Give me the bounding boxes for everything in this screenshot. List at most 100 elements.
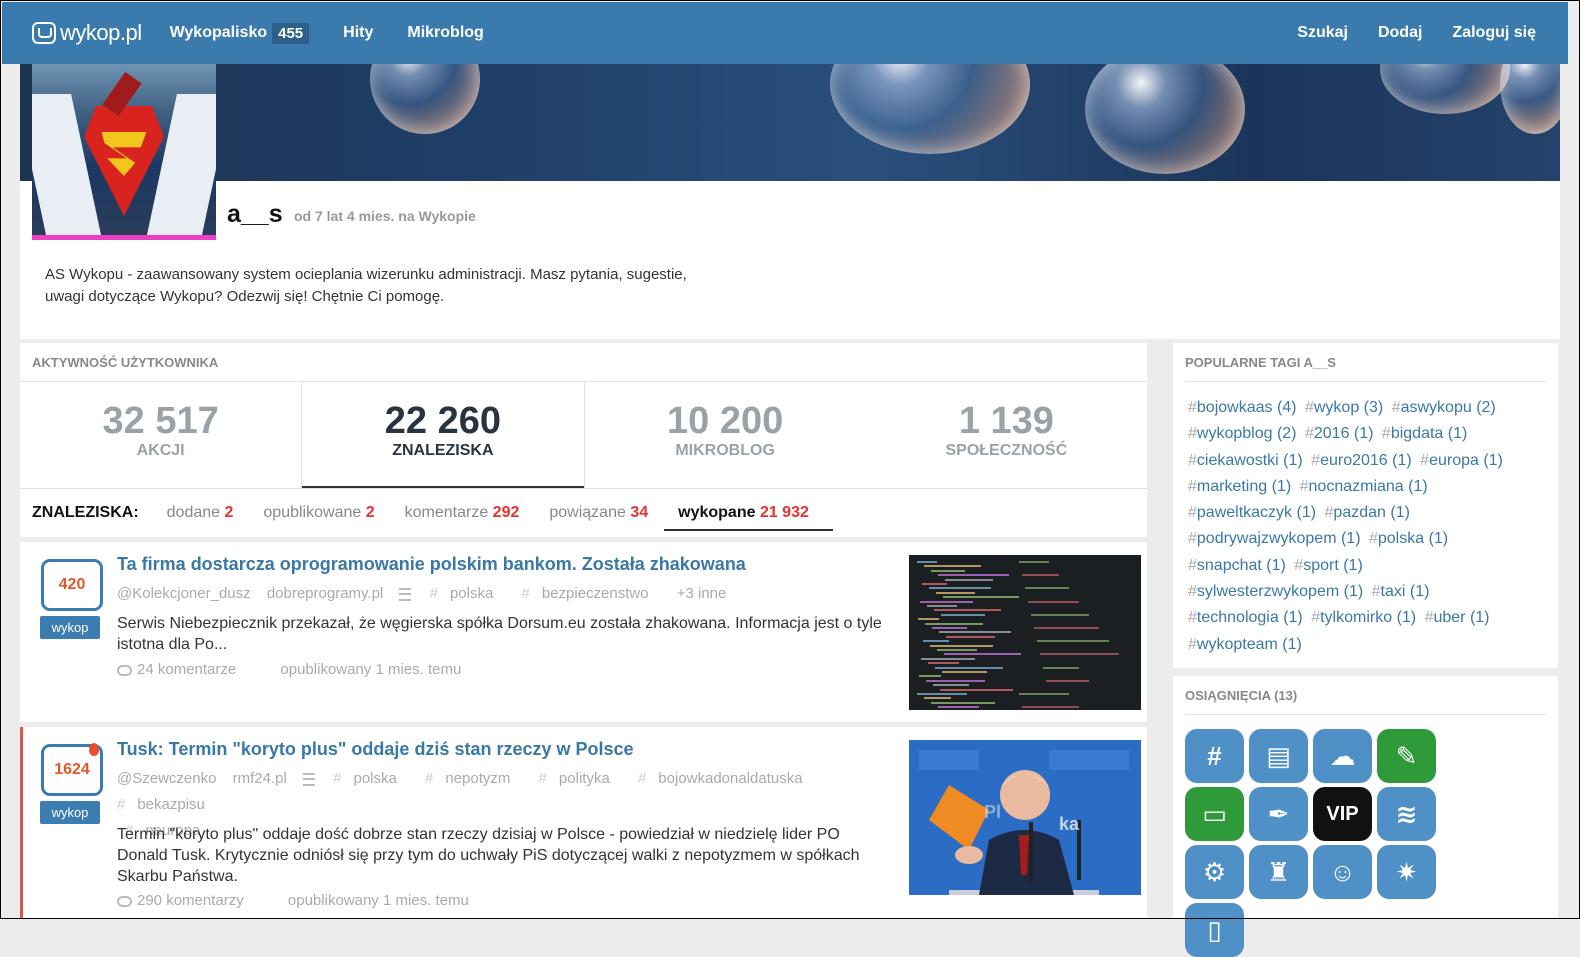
feather-pen-badge-icon[interactable]: ✒	[1249, 787, 1308, 841]
sidebar-tag[interactable]: #ciekawostki (1)	[1188, 452, 1303, 469]
sidebar-tag[interactable]: #podrywajzwykopem (1)	[1188, 530, 1361, 547]
entry-footer: 24 komentarze opublikowany 1 mies. temu	[117, 661, 481, 678]
link-entry: 420 wykop Ta firma dostarcza oprogramowa…	[20, 542, 1147, 722]
beer-badge-icon[interactable]: ♜	[1249, 845, 1308, 899]
user-activity-panel: AKTYWNOŚĆ UŻYTKOWNIKA 32 517 AKCJI 22 26…	[20, 343, 1147, 537]
girl-face-badge-icon[interactable]: ☺	[1313, 845, 1372, 899]
nav-wykopalisko-label: Wykopalisko	[169, 24, 268, 41]
subtab-komentarze[interactable]: komentarze 292	[405, 504, 520, 522]
member-since: od 7 lat 4 mies. na Wykopie	[294, 208, 476, 224]
popular-tags-title: POPULARNE TAGI A__S	[1185, 355, 1336, 370]
comments-link[interactable]: 290 komentarzy	[117, 892, 264, 909]
sidebar-tag[interactable]: #nocnazmiana (1)	[1300, 478, 1428, 495]
wykop-button[interactable]: wykop	[40, 801, 100, 824]
entry-thumbnail[interactable]: ka Pl	[909, 740, 1141, 895]
more-tags[interactable]: +3 inne	[677, 585, 727, 602]
screw-badge-icon[interactable]: ⚙	[1185, 845, 1244, 899]
pen-badge-icon[interactable]: ✎	[1377, 729, 1436, 783]
hashtag-badge-icon[interactable]: #	[1185, 729, 1244, 783]
sidebar-tag[interactable]: #sport (1)	[1294, 557, 1362, 574]
vip-badge-icon[interactable]: VIP	[1313, 787, 1372, 841]
entry-tag[interactable]: # nepotyzm	[425, 770, 522, 787]
entry-domain[interactable]: rmf24.pl	[233, 770, 287, 787]
stat-znaleziska[interactable]: 22 260 ZNALEZISKA	[301, 382, 585, 488]
subtab-wykopane[interactable]: wykopane 21 932	[664, 504, 833, 531]
sidebar-tag[interactable]: #marketing (1)	[1188, 478, 1291, 495]
id-card-badge-icon[interactable]: ▤	[1249, 729, 1308, 783]
sidebar-tag[interactable]: #bojowkaas (4)	[1188, 399, 1297, 416]
cloud-badge-icon[interactable]: ☁	[1313, 729, 1372, 783]
entry-tag[interactable]: # bekazpisu	[117, 796, 217, 813]
entry-tag[interactable]: # polityka	[539, 770, 622, 787]
stat-label: SPOŁECZNOŚĆ	[945, 442, 1068, 459]
nav-hity[interactable]: Hity	[343, 24, 373, 42]
speech-bubble-badge-icon[interactable]: ▭	[1185, 787, 1244, 841]
nav-mikroblog[interactable]: Mikroblog	[407, 24, 483, 42]
stat-label: AKCJI	[136, 442, 185, 459]
svg-text:Pl: Pl	[984, 802, 1001, 822]
znaleziska-subtabs: ZNALEZISKA: dodane 2 opublikowane 2 kome…	[32, 504, 839, 531]
stat-value: 22 260	[384, 400, 501, 442]
stat-label: ZNALEZISKA	[392, 442, 494, 459]
sidebar-tag[interactable]: #aswykopu (2)	[1392, 399, 1496, 416]
entry-title[interactable]: Tusk: Termin "koryto plus" oddaje dziś s…	[117, 739, 634, 760]
entry-tag[interactable]: # polska	[333, 770, 409, 787]
subtab-powiazane[interactable]: powiązane 34	[549, 504, 648, 522]
entry-thumbnail[interactable]	[909, 555, 1141, 710]
fireworks-badge-icon[interactable]: ✷	[1377, 845, 1436, 899]
entry-author[interactable]: @Kolekcjoner_dusz	[117, 585, 251, 602]
published-time: opublikowany 1 mies. temu	[287, 892, 469, 909]
stat-value: 1 139	[958, 400, 1054, 442]
sidebar-tag[interactable]: #paweltkaczyk (1)	[1188, 504, 1316, 521]
entry-meta: @Kolekcjoner_dusz dobreprogramy.pl # pols…	[117, 581, 887, 607]
stat-mikroblog[interactable]: 10 200 MIKROBLOG	[585, 382, 866, 488]
sidebar-tag[interactable]: #taxi (1)	[1372, 583, 1430, 600]
devices-badge-icon[interactable]: ▯	[1185, 903, 1244, 957]
entry-tag[interactable]: # bojowkadonaldatuska	[638, 770, 815, 787]
subtab-opublikowane[interactable]: opublikowane 2	[263, 504, 374, 522]
entry-tag[interactable]: # bezpieczenstwo	[521, 585, 660, 602]
comments-link[interactable]: 24 komentarze	[117, 661, 256, 678]
sidebar-tag[interactable]: #euro2016 (1)	[1311, 452, 1412, 469]
sidebar-tag[interactable]: #europa (1)	[1420, 452, 1503, 469]
stat-spolecznosc[interactable]: 1 139 SPOŁECZNOŚĆ	[866, 382, 1147, 488]
entry-description: Serwis Niebezpiecznik przekazał, że węgi…	[117, 615, 882, 653]
stat-akcji[interactable]: 32 517 AKCJI	[20, 382, 301, 488]
sidebar-tag[interactable]: #bigdata (1)	[1382, 425, 1467, 442]
sidebar-tag[interactable]: #pazdan (1)	[1325, 504, 1410, 521]
sidebar-tag[interactable]: #wykop (3)	[1305, 399, 1383, 416]
bio-line: uwagi dotyczące Wykopu? Odezwij się! Chę…	[45, 288, 445, 305]
nav-wykopalisko[interactable]: Wykopalisko 455	[169, 22, 310, 44]
sidebar-tag[interactable]: #wykopblog (2)	[1188, 425, 1297, 442]
nav-dodaj[interactable]: Dodaj	[1378, 24, 1422, 42]
published-time: opublikowany 1 mies. temu	[280, 661, 462, 678]
entry-author[interactable]: @Szewczenko	[117, 770, 216, 787]
sidebar-tag[interactable]: #polska (1)	[1369, 530, 1448, 547]
profile-bio: AS Wykopu - zaawansowany system ocieplan…	[45, 264, 745, 308]
tag-cloud: #bojowkaas (4) #wykop (3) #aswykopu (2) …	[1188, 395, 1548, 658]
wykop-button[interactable]: wykop	[40, 616, 100, 639]
tornado-badge-icon[interactable]: ≋	[1377, 787, 1436, 841]
achievements-title: OSIĄGNIĘCIA (13)	[1185, 688, 1298, 703]
nav-zaloguj[interactable]: Zaloguj się	[1452, 24, 1536, 42]
activity-title: AKTYWNOŚĆ UŻYTKOWNIKA	[32, 355, 219, 370]
entry-title[interactable]: Ta firma dostarcza oprogramowanie polski…	[117, 554, 746, 575]
sidebar-tag[interactable]: #2016 (1)	[1305, 425, 1374, 442]
sidebar-tag[interactable]: #tylkomirko (1)	[1311, 609, 1416, 626]
entry-tag[interactable]: # polska	[430, 585, 506, 602]
stat-value: 10 200	[667, 400, 784, 442]
sidebar-tag[interactable]: #technologia (1)	[1188, 609, 1303, 626]
sidebar-tag[interactable]: #sylwesterzwykopem (1)	[1188, 583, 1363, 600]
logo-text: wykop.pl	[60, 20, 142, 45]
sidebar-tag[interactable]: #uber (1)	[1425, 609, 1490, 626]
nav-szukaj[interactable]: Szukaj	[1297, 24, 1348, 42]
sidebar-tag[interactable]: #snapchat (1)	[1188, 557, 1286, 574]
user-avatar[interactable]	[32, 64, 216, 240]
wykop-logo[interactable]: wykop.pl	[32, 20, 142, 46]
stat-label: MIKROBLOG	[675, 442, 775, 459]
entry-domain[interactable]: dobreprogramy.pl	[267, 585, 383, 602]
profile-header: a__s od 7 lat 4 mies. na Wykopie AS Wyko…	[20, 64, 1560, 339]
profile-username: a__s	[227, 200, 283, 228]
sidebar-tag[interactable]: #wykopteam (1)	[1188, 636, 1302, 653]
subtab-dodane[interactable]: dodane 2	[167, 504, 234, 522]
